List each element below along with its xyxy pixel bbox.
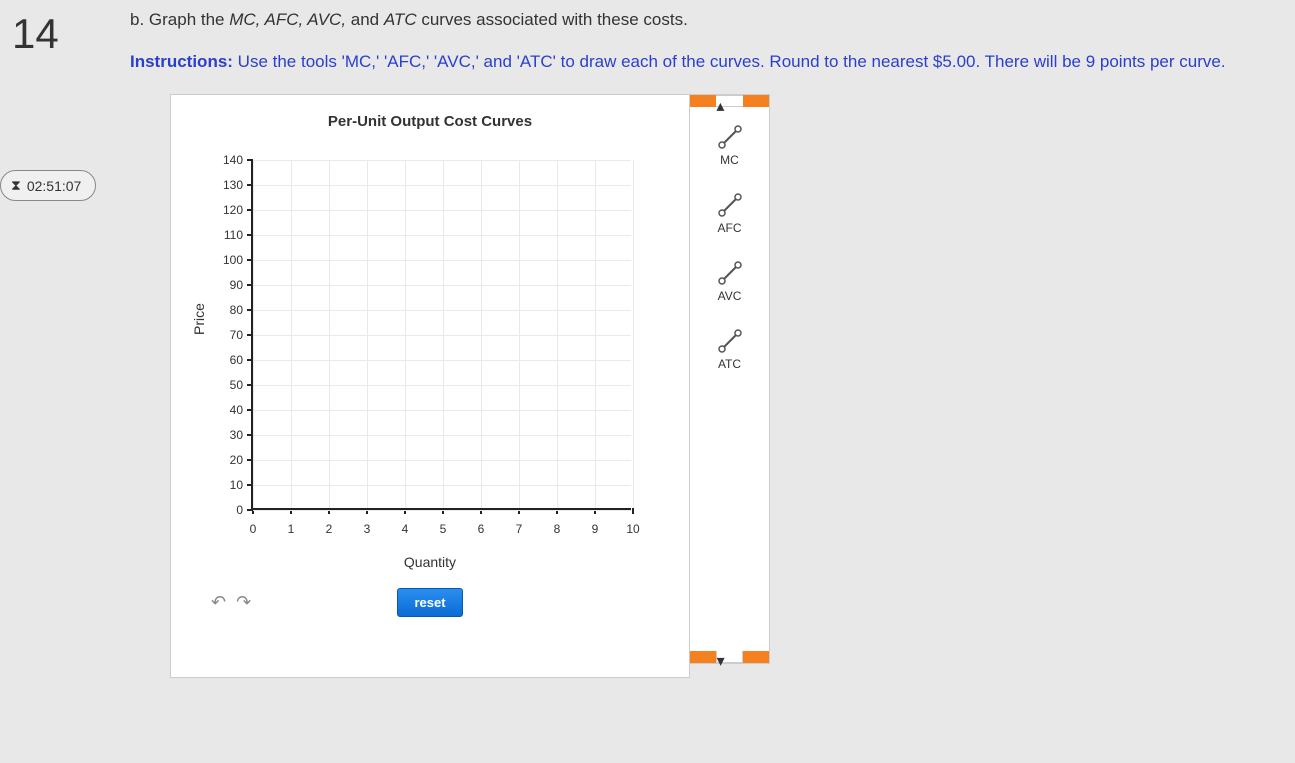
- prompt-after: and: [346, 10, 384, 29]
- y-tick-label: 30: [211, 428, 243, 442]
- y-tick-label: 60: [211, 353, 243, 367]
- timer-value: 02:51:07: [27, 178, 82, 194]
- x-tick-label: 2: [326, 522, 333, 536]
- x-tick-label: 9: [592, 522, 599, 536]
- y-tick-label: 90: [211, 278, 243, 292]
- line-tool-icon: [718, 193, 742, 217]
- question-number: 14: [12, 10, 59, 58]
- prompt-last-term: ATC: [384, 10, 417, 29]
- graph-panel: Per-Unit Output Cost Curves Price 012345…: [170, 94, 690, 678]
- y-tick-label: 120: [211, 203, 243, 217]
- tool-label: ATC: [718, 357, 741, 371]
- x-tick-label: 1: [288, 522, 295, 536]
- tool-list: MC AFC AVC ATC: [718, 107, 742, 651]
- x-tick-label: 7: [516, 522, 523, 536]
- tool-atc[interactable]: ATC: [718, 329, 742, 371]
- tool-label: AFC: [718, 221, 742, 235]
- prompt-prefix: b. Graph the: [130, 10, 229, 29]
- y-tick-label: 20: [211, 453, 243, 467]
- graph-toolbar: ↶ ↷ reset: [181, 588, 679, 617]
- question-prompt: b. Graph the MC, AFC, AVC, and ATC curve…: [130, 10, 1280, 30]
- palette-scroll-down[interactable]: ▾: [690, 651, 769, 663]
- y-tick-label: 50: [211, 378, 243, 392]
- x-tick-label: 10: [626, 522, 639, 536]
- tool-palette: ▴ MC AFC AVC ATC ▾: [690, 94, 770, 664]
- undo-button[interactable]: ↶: [211, 592, 226, 613]
- hourglass-icon: ⧗: [11, 177, 21, 194]
- tool-afc[interactable]: AFC: [718, 193, 742, 235]
- x-tick-label: 5: [440, 522, 447, 536]
- y-tick-label: 100: [211, 253, 243, 267]
- line-tool-icon: [718, 261, 742, 285]
- timer-pill: ⧗ 02:51:07: [0, 170, 96, 201]
- y-tick-label: 10: [211, 478, 243, 492]
- y-tick-label: 0: [211, 503, 243, 517]
- tool-label: MC: [720, 153, 739, 167]
- palette-scroll-up[interactable]: ▴: [690, 95, 769, 107]
- y-tick-label: 140: [211, 153, 243, 167]
- instructions-text: Instructions: Use the tools 'MC,' 'AFC,'…: [130, 50, 1280, 74]
- y-axis-title: Price: [191, 303, 207, 335]
- plot-area[interactable]: 0123456789100102030405060708090100110120…: [251, 160, 631, 510]
- y-tick-label: 80: [211, 303, 243, 317]
- x-axis-title: Quantity: [181, 554, 679, 570]
- tool-avc[interactable]: AVC: [718, 261, 742, 303]
- content-area: b. Graph the MC, AFC, AVC, and ATC curve…: [130, 10, 1280, 678]
- line-tool-icon: [718, 329, 742, 353]
- x-tick-label: 3: [364, 522, 371, 536]
- x-tick-label: 0: [250, 522, 257, 536]
- y-tick-label: 130: [211, 178, 243, 192]
- tool-mc[interactable]: MC: [718, 125, 742, 167]
- instructions-body: Use the tools 'MC,' 'AFC,' 'AVC,' and 'A…: [233, 52, 1226, 71]
- tool-label: AVC: [718, 289, 742, 303]
- y-tick-label: 40: [211, 403, 243, 417]
- prompt-suffix: curves associated with these costs.: [417, 10, 688, 29]
- undo-redo-group: ↶ ↷: [211, 592, 251, 613]
- prompt-terms: MC, AFC, AVC,: [229, 10, 346, 29]
- x-tick-label: 6: [478, 522, 485, 536]
- x-tick-label: 8: [554, 522, 561, 536]
- chart-title: Per-Unit Output Cost Curves: [181, 113, 679, 130]
- redo-button[interactable]: ↷: [236, 592, 251, 613]
- reset-button[interactable]: reset: [397, 588, 462, 617]
- line-tool-icon: [718, 125, 742, 149]
- x-tick-label: 4: [402, 522, 409, 536]
- y-tick-label: 70: [211, 328, 243, 342]
- graph-wrapper: Per-Unit Output Cost Curves Price 012345…: [170, 94, 1280, 678]
- instructions-label: Instructions:: [130, 52, 233, 71]
- y-tick-label: 110: [211, 228, 243, 242]
